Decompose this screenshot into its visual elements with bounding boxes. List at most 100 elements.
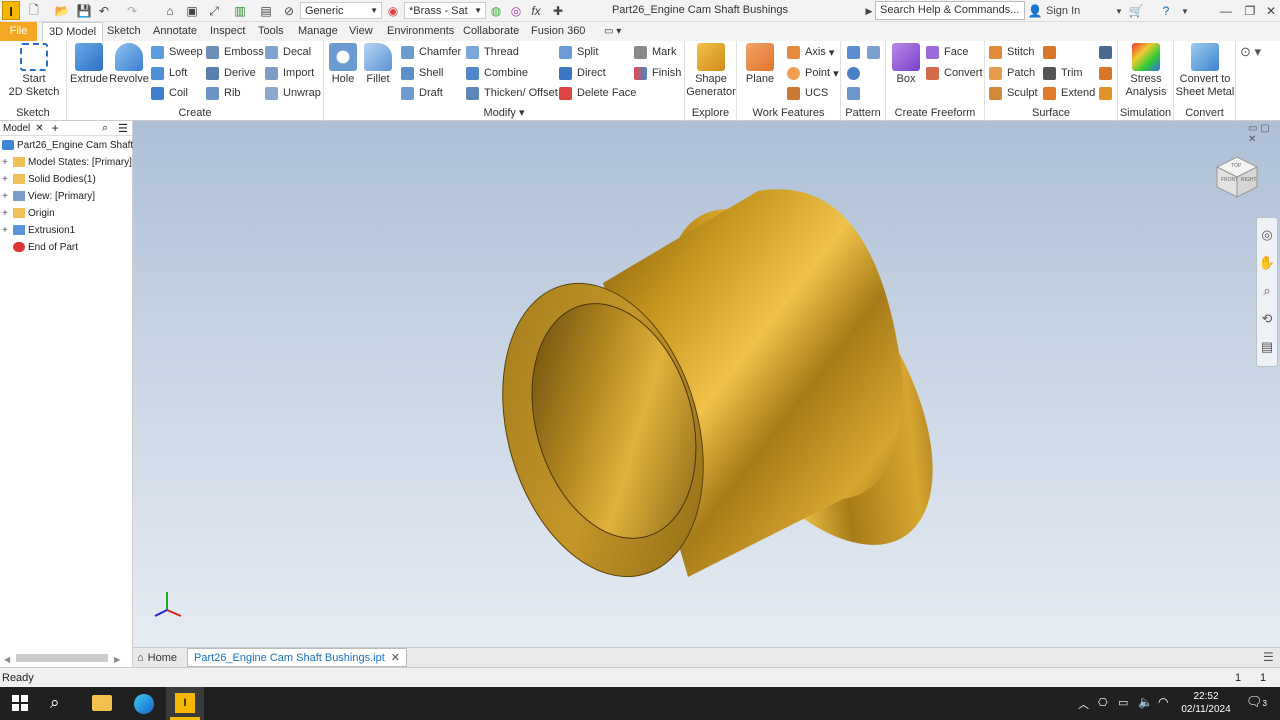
minimize-icon[interactable]: — <box>1218 3 1234 19</box>
update-icon[interactable]: ▣ <box>184 3 200 19</box>
delete-face-button[interactable]: Delete Face <box>559 84 636 102</box>
chamfer-button[interactable]: Chamfer <box>401 43 461 61</box>
import-button[interactable]: Import <box>265 64 314 82</box>
orbit-icon[interactable]: ⟲ <box>1257 308 1277 330</box>
shell-button[interactable]: Shell <box>401 64 443 82</box>
tab-home[interactable]: ⌂ Home <box>137 650 177 665</box>
close-browser-icon[interactable]: ✕ <box>35 123 43 134</box>
fillet-button[interactable]: Fillet <box>362 43 394 86</box>
tree-item-model-states[interactable]: + Model States: [Primary] <box>0 154 132 170</box>
tree-item-view[interactable]: + View: [Primary] <box>0 188 95 204</box>
surface-tool-icon[interactable] <box>1043 43 1061 61</box>
surface-extra2-icon[interactable] <box>1099 64 1117 82</box>
ucs-button[interactable]: UCS <box>787 84 828 102</box>
revolve-button[interactable]: Revolve <box>109 43 149 86</box>
chevron-right-icon[interactable]: ▶ <box>864 3 874 19</box>
search-icon[interactable]: ⌕ <box>50 693 60 713</box>
tree-item-solid-bodies[interactable]: + Solid Bodies(1) <box>0 171 96 187</box>
split-button[interactable]: Split <box>559 43 598 61</box>
plane-button[interactable]: Plane <box>745 43 775 86</box>
tab-inspect[interactable]: Inspect <box>204 22 251 41</box>
tab-sketch[interactable]: Sketch <box>101 22 147 41</box>
undo-icon[interactable]: ↶ <box>96 3 112 19</box>
viewcube[interactable]: FRONT RIGHT TOP <box>1215 155 1259 199</box>
tab-active-document[interactable]: Part26_Engine Cam Shaft Bushings.ipt ✕ <box>187 648 407 667</box>
parameters-icon[interactable]: fx <box>528 3 544 19</box>
chevron-up-icon[interactable]: ︿ <box>1078 696 1089 712</box>
home-icon[interactable]: ⌂ <box>162 3 178 19</box>
box-button[interactable]: Box <box>890 43 922 86</box>
tab-environments[interactable]: Environments <box>381 22 460 41</box>
direct-button[interactable]: Direct <box>559 64 606 82</box>
rectangular-pattern-icon[interactable] <box>847 43 865 61</box>
stitch-button[interactable]: Stitch <box>989 43 1035 61</box>
surface-extra3-icon[interactable] <box>1099 84 1117 102</box>
edge-browser-icon[interactable] <box>134 694 154 714</box>
battery-icon[interactable]: ▭ <box>1118 696 1128 709</box>
hole-button[interactable]: Hole <box>328 43 358 86</box>
coil-button[interactable]: Coil <box>151 84 188 102</box>
tab-tools[interactable]: Tools <box>252 22 290 41</box>
save-icon[interactable]: 💾 <box>76 3 92 19</box>
expand-icon[interactable]: + <box>2 174 11 185</box>
unwrap-button[interactable]: Unwrap <box>265 84 321 102</box>
look-at-icon[interactable]: ▤ <box>1257 336 1277 358</box>
zoom-icon[interactable]: ⌕ <box>1257 280 1277 302</box>
new-file-icon[interactable]: 🗋 <box>26 3 42 19</box>
shape-generator-button[interactable]: Shape Generator <box>686 43 736 99</box>
inventor-logo[interactable]: I <box>2 1 20 20</box>
finish-button[interactable]: Finish <box>634 64 681 82</box>
sketch-pattern-icon[interactable] <box>847 84 865 102</box>
restore-icon[interactable]: ❐ <box>1242 3 1258 19</box>
adjust-appearance-icon[interactable]: ◍ <box>488 3 504 19</box>
search-input[interactable]: Search Help & Commands... <box>875 1 1025 20</box>
select-icon[interactable]: ⤢ <box>206 3 222 19</box>
tree-item-extrusion1[interactable]: + Extrusion1 <box>0 222 75 238</box>
search-icon[interactable]: ⌕ <box>102 122 108 135</box>
menu-icon[interactable]: ☰ <box>118 122 128 135</box>
patch-button[interactable]: Patch <box>989 64 1035 82</box>
open-file-icon[interactable]: 📂 <box>54 3 70 19</box>
redo-icon[interactable]: ↷ <box>124 3 140 19</box>
clear-appearance-icon[interactable]: ⊘ <box>281 3 297 19</box>
expand-icon[interactable]: + <box>2 225 11 236</box>
start-2d-sketch-button[interactable]: Start 2D Sketch <box>8 43 60 99</box>
expand-icon[interactable]: + <box>2 191 11 202</box>
loft-button[interactable]: Loft <box>151 64 187 82</box>
clock[interactable]: 22:52 02/11/2024 <box>1180 690 1232 716</box>
ribbon-display-icon[interactable]: ▭ ▾ <box>598 22 627 41</box>
tree-item-origin[interactable]: + Origin <box>0 205 55 221</box>
graphics-viewport[interactable]: FRONT RIGHT TOP ▭ ▢ ✕ ◎ ✋ ⌕ ⟲ ▤ <box>133 121 1280 647</box>
bushing-model[interactable] <box>133 121 1280 647</box>
combine-button[interactable]: Combine <box>466 64 528 82</box>
tab-file[interactable]: File <box>0 22 37 41</box>
point-button[interactable]: Point ▾ <box>787 64 839 82</box>
clear-override-icon[interactable]: ◎ <box>508 3 524 19</box>
convert-to-sheet-metal-button[interactable]: Convert to Sheet Metal <box>1175 43 1235 99</box>
extend-button[interactable]: Extend <box>1043 84 1095 102</box>
notification-icon[interactable]: 🗨3 <box>1246 694 1267 710</box>
ribbon-options-icon[interactable]: ⊙ ▾ <box>1240 44 1261 60</box>
sculpt-button[interactable]: Sculpt <box>989 84 1038 102</box>
thread-button[interactable]: Thread <box>466 43 519 61</box>
convert-freeform-button[interactable]: Convert <box>926 64 983 82</box>
close-icon[interactable]: ✕ <box>1264 3 1278 19</box>
help-dropdown-icon[interactable]: ▼ <box>1180 3 1190 19</box>
material-dropdown[interactable]: Generic ▼ <box>300 2 382 19</box>
viewport-controls[interactable]: ▭ ▢ ✕ <box>1248 123 1280 145</box>
properties-icon[interactable]: ▤ <box>258 3 274 19</box>
tab-manage[interactable]: Manage <box>292 22 344 41</box>
tab-3d-model[interactable]: 3D Model <box>42 22 104 41</box>
draft-button[interactable]: Draft <box>401 84 443 102</box>
decal-button[interactable]: Decal <box>265 43 311 61</box>
chevron-down-icon[interactable]: ▼ <box>1114 3 1124 19</box>
measure-icon[interactable]: ▥ <box>232 3 248 19</box>
file-explorer-icon[interactable] <box>92 695 112 711</box>
emboss-button[interactable]: Emboss <box>206 43 264 61</box>
wifi-icon[interactable]: ◠ <box>1158 695 1168 709</box>
mirror-icon[interactable] <box>867 43 885 61</box>
thicken-offset-button[interactable]: Thicken/ Offset <box>466 84 558 102</box>
help-icon[interactable]: ? <box>1158 3 1174 19</box>
extrude-button[interactable]: Extrude <box>70 43 108 86</box>
circular-pattern-icon[interactable] <box>847 64 865 82</box>
